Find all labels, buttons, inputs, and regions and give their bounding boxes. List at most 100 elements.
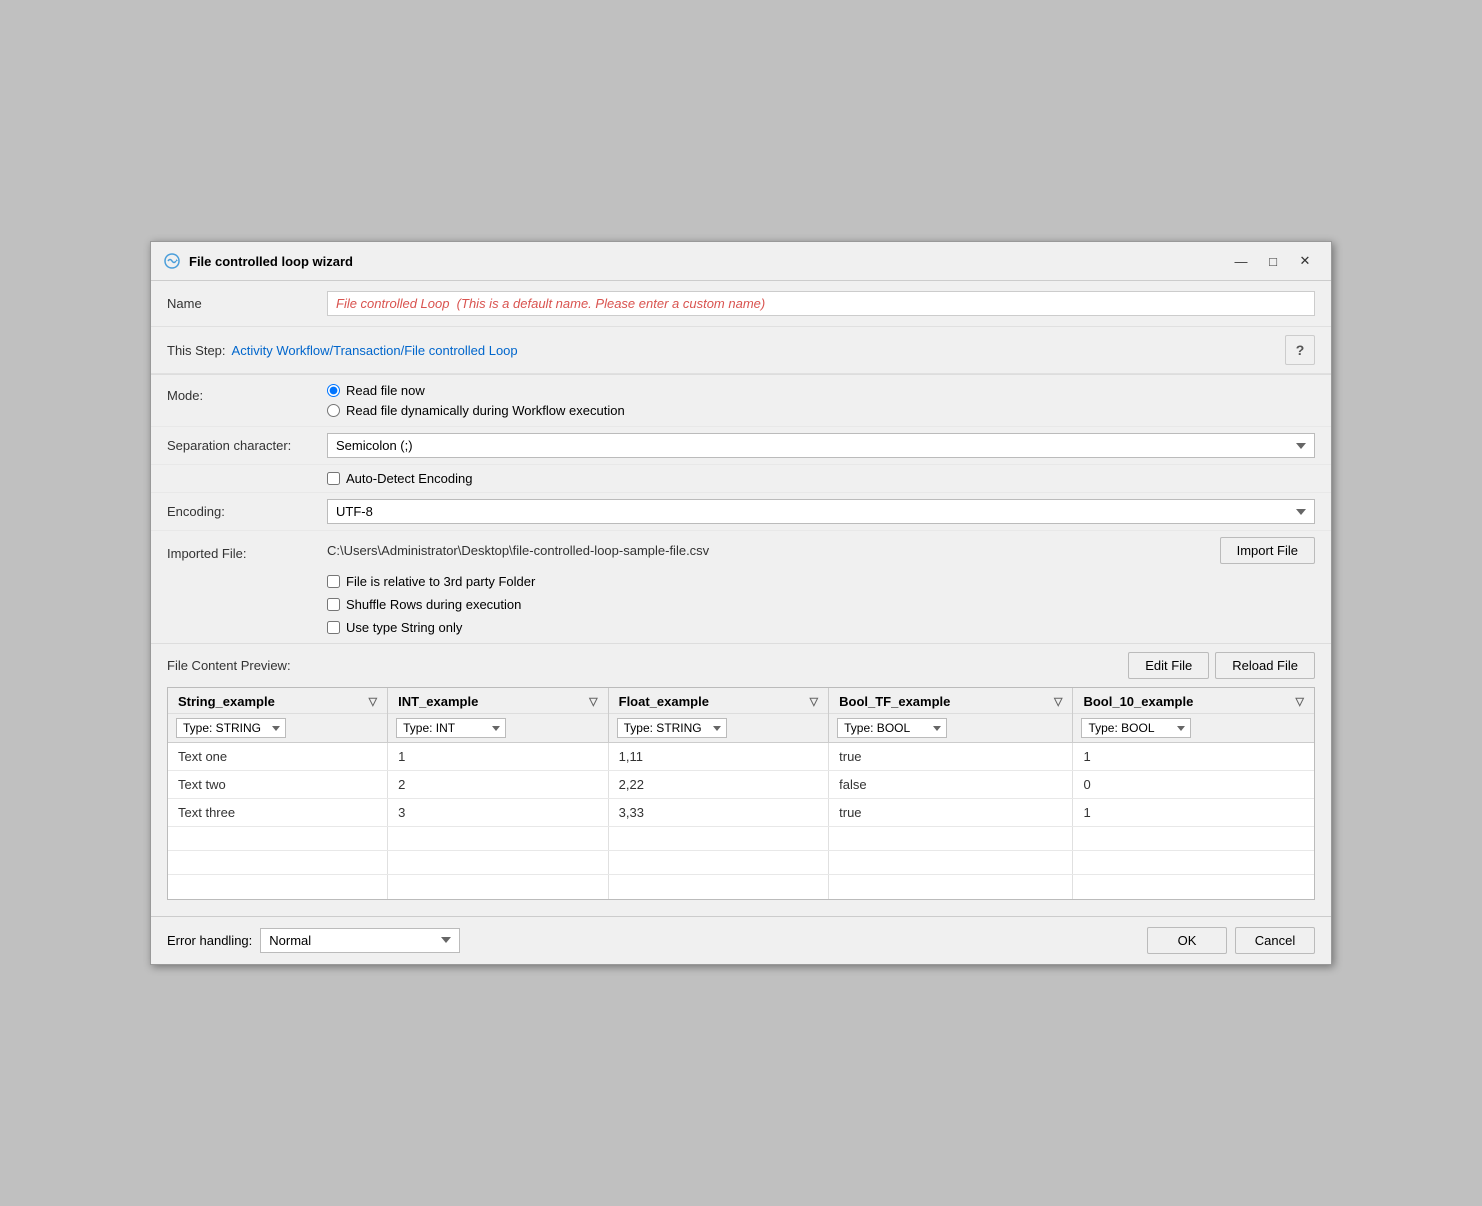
table-cell-empty (168, 827, 388, 851)
title-bar-controls: — □ ✕ (1227, 250, 1319, 272)
name-row: Name (151, 281, 1331, 327)
cancel-button[interactable]: Cancel (1235, 927, 1315, 954)
window-title: File controlled loop wizard (189, 254, 353, 269)
window-icon (163, 252, 181, 270)
col-string-filter-icon[interactable]: ▽ (369, 695, 377, 708)
col-int-type-select[interactable]: Type: STRING Type: INT Type: FLOAT Type:… (396, 718, 506, 738)
step-link[interactable]: Activity Workflow/Transaction/File contr… (232, 343, 518, 358)
maximize-button[interactable]: □ (1259, 250, 1287, 272)
use-type-string-checkbox[interactable] (327, 621, 340, 634)
table-cell: 1 (1073, 743, 1314, 771)
table-body: Text one11,11true1Text two22,22false0Tex… (168, 743, 1314, 899)
encoding-row: Encoding: UTF-8 UTF-16 ISO-8859-1 Window… (151, 492, 1331, 530)
mode-controls: Read file now Read file dynamically duri… (327, 383, 1315, 418)
table-cell-empty (829, 851, 1073, 875)
col-int-example: INT_example ▽ Type: STRING Type: INT Typ… (388, 688, 609, 743)
mode-read-now-radio[interactable] (327, 384, 340, 397)
error-handling-label: Error handling: (167, 933, 252, 948)
relative-folder-checkbox[interactable] (327, 575, 340, 588)
mode-option-read-dynamic: Read file dynamically during Workflow ex… (327, 403, 1315, 418)
table-cell-empty (1073, 827, 1314, 851)
table-cell: 1 (388, 743, 609, 771)
table-row: Text three33,33true1 (168, 799, 1314, 827)
footer-buttons: OK Cancel (1147, 927, 1315, 954)
encoding-controls: UTF-8 UTF-16 ISO-8859-1 Windows-1252 (327, 499, 1315, 524)
preview-table-container: String_example ▽ Type: STRING Type: INT … (167, 687, 1315, 900)
table-cell-empty (168, 875, 388, 899)
table-cell: 3 (388, 799, 609, 827)
col-bool-tf-filter-icon[interactable]: ▽ (1054, 695, 1062, 708)
table-cell: 3,33 (608, 799, 829, 827)
error-handling-section: Error handling: Normal Stop on error Con… (167, 928, 460, 953)
encoding-select[interactable]: UTF-8 UTF-16 ISO-8859-1 Windows-1252 (327, 499, 1315, 524)
table-cell-empty (388, 851, 609, 875)
col-bool-10-name: Bool_10_example (1083, 694, 1193, 709)
sep-char-label: Separation character: (167, 433, 327, 453)
main-window: File controlled loop wizard — □ ✕ Name T… (150, 241, 1332, 965)
auto-detect-row: Auto-Detect Encoding (151, 464, 1331, 492)
table-cell: Text one (168, 743, 388, 771)
auto-detect-checkbox[interactable] (327, 472, 340, 485)
col-int-name: INT_example (398, 694, 478, 709)
separation-char-select[interactable]: Semicolon (;) Comma (,) Tab Space Pipe (… (327, 433, 1315, 458)
reload-file-button[interactable]: Reload File (1215, 652, 1315, 679)
this-step-left: This Step: Activity Workflow/Transaction… (167, 343, 518, 358)
col-int-filter-icon[interactable]: ▽ (589, 695, 597, 708)
table-cell-empty (608, 851, 829, 875)
this-step-row: This Step: Activity Workflow/Transaction… (151, 327, 1331, 374)
title-bar: File controlled loop wizard — □ ✕ (151, 242, 1331, 281)
name-controls (327, 291, 1315, 316)
help-button[interactable]: ? (1285, 335, 1315, 365)
mode-label: Mode: (167, 383, 327, 403)
dialog-content: Name This Step: Activity Workflow/Transa… (151, 281, 1331, 900)
bottom-bar: Error handling: Normal Stop on error Con… (151, 916, 1331, 964)
col-bool-10-filter-icon[interactable]: ▽ (1296, 695, 1304, 708)
this-step-label: This Step: (167, 343, 226, 358)
col-bool-tf-type-select[interactable]: Type: STRING Type: INT Type: FLOAT Type:… (837, 718, 947, 738)
table-cell: 1,11 (608, 743, 829, 771)
table-cell-empty (388, 875, 609, 899)
edit-file-button[interactable]: Edit File (1128, 652, 1209, 679)
name-input[interactable] (327, 291, 1315, 316)
minimize-button[interactable]: — (1227, 250, 1255, 272)
shuffle-rows-row: Shuffle Rows during execution (151, 593, 1331, 616)
title-bar-left: File controlled loop wizard (163, 252, 353, 270)
table-row: Text two22,22false0 (168, 771, 1314, 799)
col-float-example: Float_example ▽ Type: STRING Type: INT T… (608, 688, 829, 743)
shuffle-rows-label: Shuffle Rows during execution (346, 597, 521, 612)
shuffle-rows-checkbox[interactable] (327, 598, 340, 611)
table-cell: 0 (1073, 771, 1314, 799)
sep-char-controls: Semicolon (;) Comma (,) Tab Space Pipe (… (327, 433, 1315, 458)
imported-file-label: Imported File: (167, 541, 327, 561)
auto-detect-label: Auto-Detect Encoding (346, 471, 472, 486)
table-row (168, 827, 1314, 851)
table-cell: 2 (388, 771, 609, 799)
imported-file-controls: C:\Users\Administrator\Desktop\file-cont… (327, 537, 1315, 564)
encoding-label: Encoding: (167, 499, 327, 519)
table-cell: Text three (168, 799, 388, 827)
close-button[interactable]: ✕ (1291, 250, 1319, 272)
table-cell: true (829, 743, 1073, 771)
table-row (168, 851, 1314, 875)
col-bool-10-type-select[interactable]: Type: STRING Type: INT Type: FLOAT Type:… (1081, 718, 1191, 738)
table-cell-empty (829, 875, 1073, 899)
col-string-type-select[interactable]: Type: STRING Type: INT Type: FLOAT Type:… (176, 718, 286, 738)
imported-file-row: Imported File: C:\Users\Administrator\De… (151, 530, 1331, 570)
table-cell-empty (608, 827, 829, 851)
preview-header: File Content Preview: Edit File Reload F… (151, 643, 1331, 687)
table-header-row: String_example ▽ Type: STRING Type: INT … (168, 688, 1314, 743)
table-cell: false (829, 771, 1073, 799)
ok-button[interactable]: OK (1147, 927, 1227, 954)
use-type-string-label: Use type String only (346, 620, 462, 635)
mode-option-read-now: Read file now (327, 383, 1315, 398)
import-file-button[interactable]: Import File (1220, 537, 1315, 564)
preview-buttons: Edit File Reload File (1128, 652, 1315, 679)
separation-char-row: Separation character: Semicolon (;) Comm… (151, 426, 1331, 464)
col-string-name: String_example (178, 694, 275, 709)
relative-folder-row: File is relative to 3rd party Folder (151, 570, 1331, 593)
col-float-type-select[interactable]: Type: STRING Type: INT Type: FLOAT Type:… (617, 718, 727, 738)
error-handling-select[interactable]: Normal Stop on error Continue on error (260, 928, 460, 953)
col-bool-tf-example: Bool_TF_example ▽ Type: STRING Type: INT… (829, 688, 1073, 743)
mode-read-dynamic-radio[interactable] (327, 404, 340, 417)
col-float-filter-icon[interactable]: ▽ (810, 695, 818, 708)
